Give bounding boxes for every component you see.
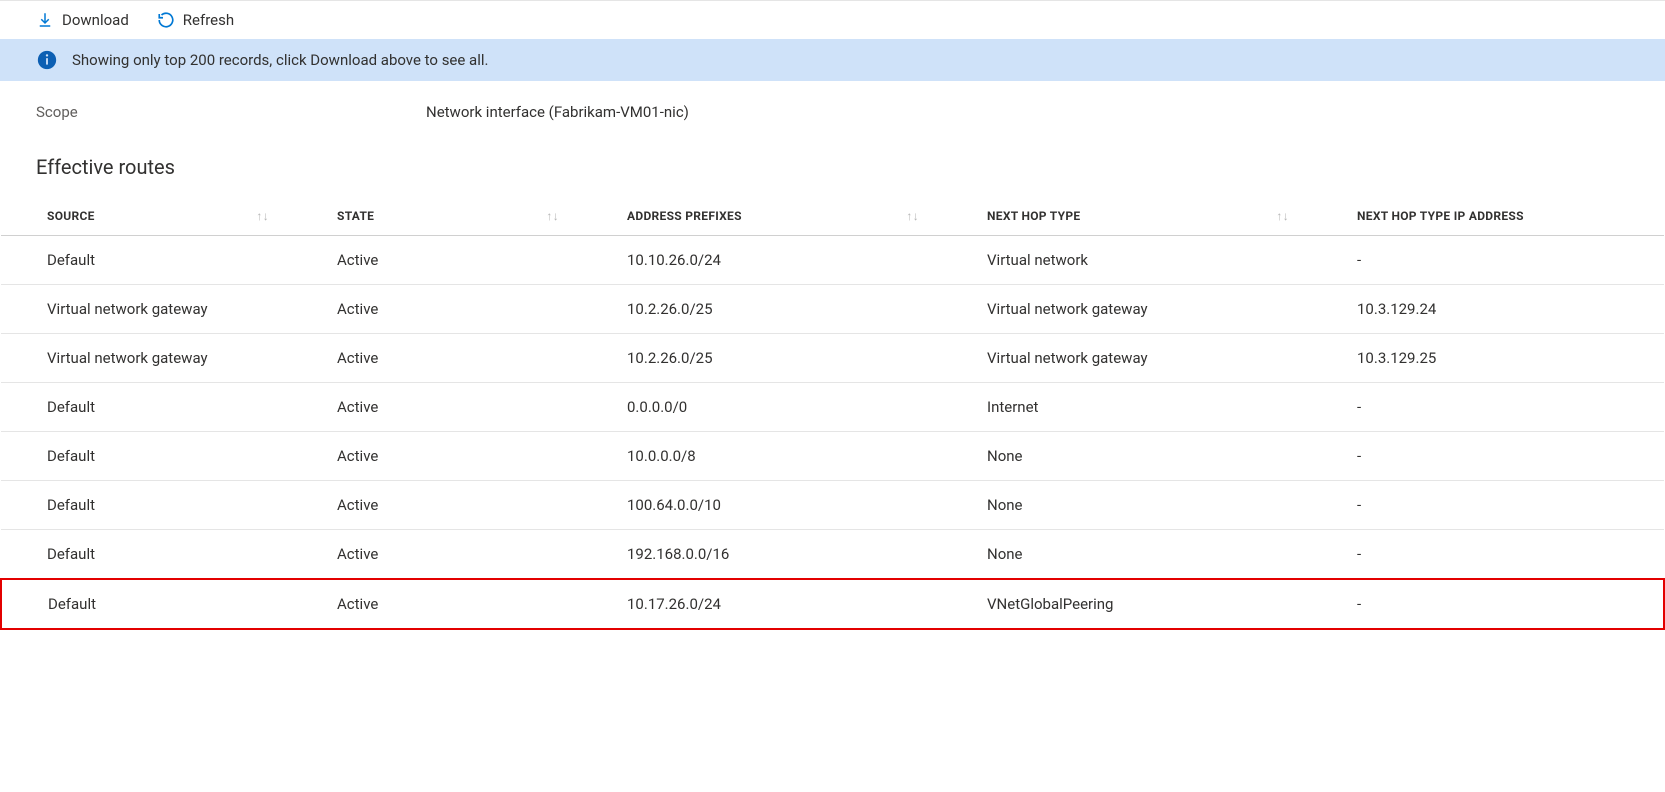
table-cell-ip: - <box>1311 236 1664 285</box>
refresh-label: Refresh <box>183 11 234 29</box>
table-cell-source: Virtual network gateway <box>1 334 291 383</box>
table-cell-source: Default <box>1 530 291 580</box>
table-row[interactable]: DefaultActive10.10.26.0/24Virtual networ… <box>1 236 1664 285</box>
toolbar: Download Refresh <box>0 1 1665 39</box>
table-cell-prefix: 192.168.0.0/16 <box>581 530 941 580</box>
column-header-source[interactable]: Source ↑↓ <box>1 197 291 236</box>
table-cell-ip: - <box>1311 579 1664 629</box>
table-cell-next_hop: Virtual network gateway <box>941 334 1311 383</box>
refresh-icon <box>157 11 175 29</box>
table-cell-source: Default <box>1 383 291 432</box>
column-header-next-hop-type[interactable]: Next Hop Type ↑↓ <box>941 197 1311 236</box>
table-cell-prefix: 10.2.26.0/25 <box>581 285 941 334</box>
routes-table: Source ↑↓ State ↑↓ Address Prefixes ↑↓ N… <box>0 197 1665 630</box>
table-cell-next_hop: None <box>941 432 1311 481</box>
download-button[interactable]: Download <box>36 11 129 29</box>
info-banner: Showing only top 200 records, click Down… <box>0 39 1665 81</box>
table-cell-ip: - <box>1311 530 1664 580</box>
table-cell-state: Active <box>291 481 581 530</box>
column-header-address-prefixes[interactable]: Address Prefixes ↑↓ <box>581 197 941 236</box>
table-row[interactable]: DefaultActive10.0.0.0/8None- <box>1 432 1664 481</box>
table-row[interactable]: DefaultActive192.168.0.0/16None- <box>1 530 1664 580</box>
table-cell-ip: - <box>1311 383 1664 432</box>
table-cell-prefix: 10.0.0.0/8 <box>581 432 941 481</box>
table-cell-source: Default <box>1 432 291 481</box>
table-row[interactable]: DefaultActive10.17.26.0/24VNetGlobalPeer… <box>1 579 1664 629</box>
scope-value: Network interface (Fabrikam-VM01-nic) <box>426 103 689 121</box>
table-cell-prefix: 10.17.26.0/24 <box>581 579 941 629</box>
download-icon <box>36 11 54 29</box>
table-cell-ip: 10.3.129.25 <box>1311 334 1664 383</box>
table-cell-source: Default <box>1 579 291 629</box>
scope-label: Scope <box>36 103 426 121</box>
table-row[interactable]: DefaultActive0.0.0.0/0Internet- <box>1 383 1664 432</box>
table-cell-prefix: 10.10.26.0/24 <box>581 236 941 285</box>
sort-icon: ↑↓ <box>906 209 919 223</box>
table-cell-prefix: 0.0.0.0/0 <box>581 383 941 432</box>
table-cell-state: Active <box>291 285 581 334</box>
table-cell-state: Active <box>291 334 581 383</box>
table-cell-source: Virtual network gateway <box>1 285 291 334</box>
table-cell-source: Default <box>1 481 291 530</box>
table-row[interactable]: Virtual network gatewayActive10.2.26.0/2… <box>1 285 1664 334</box>
table-row[interactable]: DefaultActive100.64.0.0/10None- <box>1 481 1664 530</box>
table-cell-next_hop: Virtual network gateway <box>941 285 1311 334</box>
table-row[interactable]: Virtual network gatewayActive10.2.26.0/2… <box>1 334 1664 383</box>
table-cell-state: Active <box>291 236 581 285</box>
table-cell-state: Active <box>291 530 581 580</box>
table-cell-prefix: 100.64.0.0/10 <box>581 481 941 530</box>
table-cell-state: Active <box>291 432 581 481</box>
column-header-next-hop-ip[interactable]: Next Hop Type IP Address <box>1311 197 1664 236</box>
table-cell-next_hop: Internet <box>941 383 1311 432</box>
download-label: Download <box>62 11 129 29</box>
sort-icon: ↑↓ <box>256 209 269 223</box>
table-cell-ip: - <box>1311 481 1664 530</box>
section-title: Effective routes <box>0 127 1665 197</box>
sort-icon: ↑↓ <box>546 209 559 223</box>
table-cell-ip: - <box>1311 432 1664 481</box>
table-cell-next_hop: None <box>941 530 1311 580</box>
sort-icon: ↑↓ <box>1276 209 1289 223</box>
table-cell-state: Active <box>291 579 581 629</box>
table-cell-prefix: 10.2.26.0/25 <box>581 334 941 383</box>
table-cell-source: Default <box>1 236 291 285</box>
scope-row: Scope Network interface (Fabrikam-VM01-n… <box>0 81 1665 127</box>
table-cell-next_hop: None <box>941 481 1311 530</box>
refresh-button[interactable]: Refresh <box>157 11 234 29</box>
column-header-state[interactable]: State ↑↓ <box>291 197 581 236</box>
table-cell-next_hop: Virtual network <box>941 236 1311 285</box>
table-cell-ip: 10.3.129.24 <box>1311 285 1664 334</box>
info-icon <box>36 49 58 71</box>
table-cell-state: Active <box>291 383 581 432</box>
table-cell-next_hop: VNetGlobalPeering <box>941 579 1311 629</box>
info-banner-text: Showing only top 200 records, click Down… <box>72 51 488 69</box>
